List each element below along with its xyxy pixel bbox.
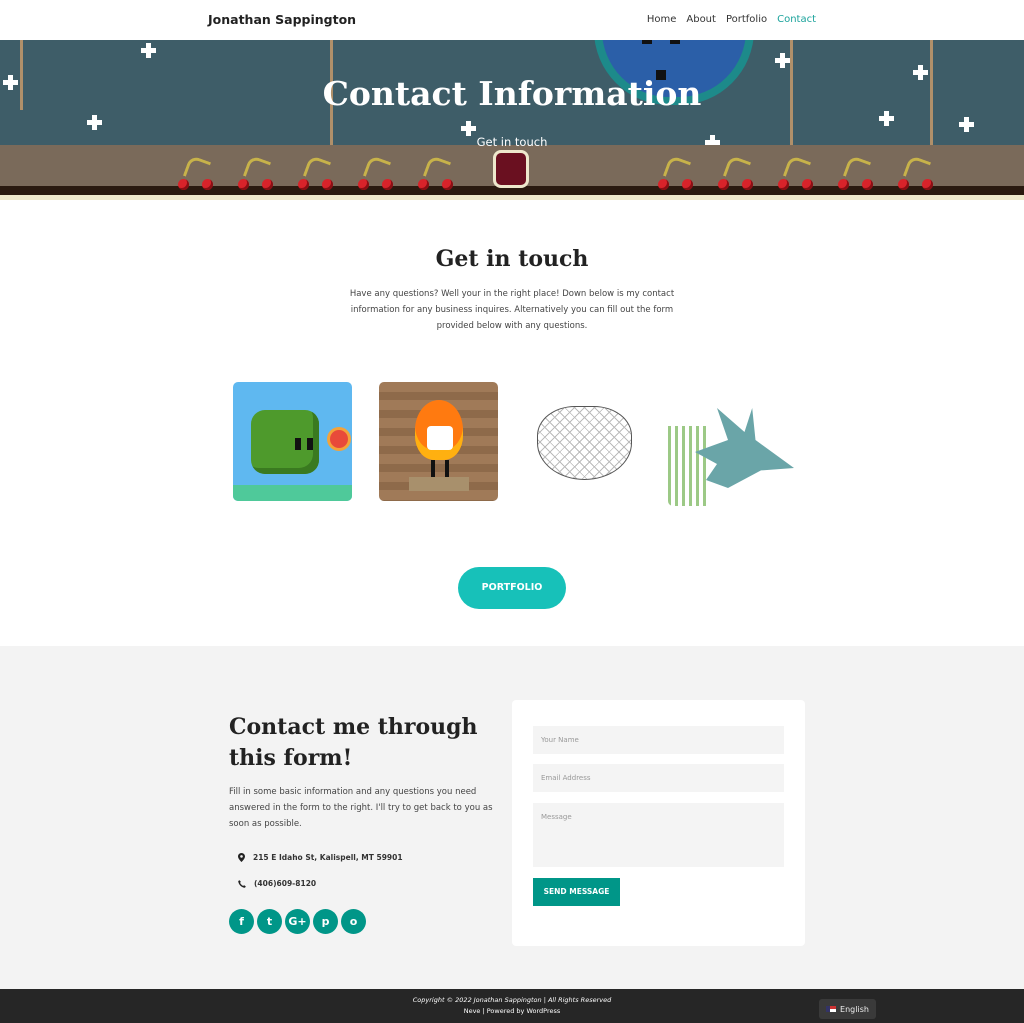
intro-text: Have any questions? Well your in the rig…: [349, 289, 675, 331]
phone-text[interactable]: (406)609-8120: [254, 879, 316, 888]
phone-icon: [238, 879, 246, 888]
message-field[interactable]: Message: [533, 803, 784, 867]
pinterest-icon[interactable]: p: [313, 909, 338, 934]
google-plus-icon[interactable]: G+: [285, 909, 310, 934]
nav-contact[interactable]: Contact: [777, 14, 816, 25]
facebook-icon[interactable]: f: [229, 909, 254, 934]
instagram-icon[interactable]: o: [341, 909, 366, 934]
main-nav: Home About Portfolio Contact: [647, 14, 816, 25]
site-title[interactable]: Jonathan Sappington: [208, 12, 356, 27]
map-pin-icon: [238, 853, 245, 862]
send-message-button[interactable]: SEND MESSAGE: [533, 878, 620, 906]
thumbnail-swallow-bird[interactable]: [668, 388, 796, 506]
contact-title: Contact me through this form!: [229, 714, 478, 771]
hero-subtitle: Get in touch: [476, 135, 548, 149]
nav-portfolio[interactable]: Portfolio: [726, 14, 767, 25]
address-row: 215 E Idaho St, Kalispell, MT 59901: [238, 853, 403, 862]
snowflake: [146, 48, 151, 53]
site-footer: Copyright © 2022 Jonathan Sappington | A…: [0, 989, 1024, 1023]
snowflake: [964, 122, 969, 127]
twitter-icon[interactable]: t: [257, 909, 282, 934]
pixel-jar: [493, 150, 529, 188]
thumbnail-wireframe-monkey[interactable]: [525, 382, 644, 501]
contact-text: Fill in some basic information and any q…: [229, 787, 493, 829]
snowflake: [884, 116, 889, 121]
us-flag-icon: [826, 1006, 837, 1012]
snowflake: [780, 58, 785, 63]
nav-about[interactable]: About: [686, 14, 716, 25]
section-title: Get in touch: [435, 246, 589, 272]
hero-title: Contact Information: [322, 74, 702, 113]
language-switcher[interactable]: English: [819, 999, 876, 1019]
thumbnail-fire-character[interactable]: [379, 382, 498, 501]
hero-banner: Contact Information Get in touch: [0, 40, 1024, 200]
contact-form: Your Name Email Address Message SEND MES…: [512, 700, 805, 946]
language-label: English: [840, 1004, 869, 1014]
social-links: f t G+ p o: [229, 909, 366, 934]
email-field[interactable]: Email Address: [533, 764, 784, 792]
name-field[interactable]: Your Name: [533, 726, 784, 754]
address-text: 215 E Idaho St, Kalispell, MT 59901: [253, 853, 403, 862]
thumbnail-green-blob[interactable]: [233, 382, 352, 501]
site-header: Jonathan Sappington Home About Portfolio…: [0, 0, 1024, 40]
portfolio-button[interactable]: PORTFOLIO: [458, 567, 566, 609]
snowflake: [92, 120, 97, 125]
phone-row: (406)609-8120: [238, 879, 316, 888]
snowflake: [466, 126, 471, 131]
hero-base: [0, 195, 1024, 200]
nav-home[interactable]: Home: [647, 14, 677, 25]
